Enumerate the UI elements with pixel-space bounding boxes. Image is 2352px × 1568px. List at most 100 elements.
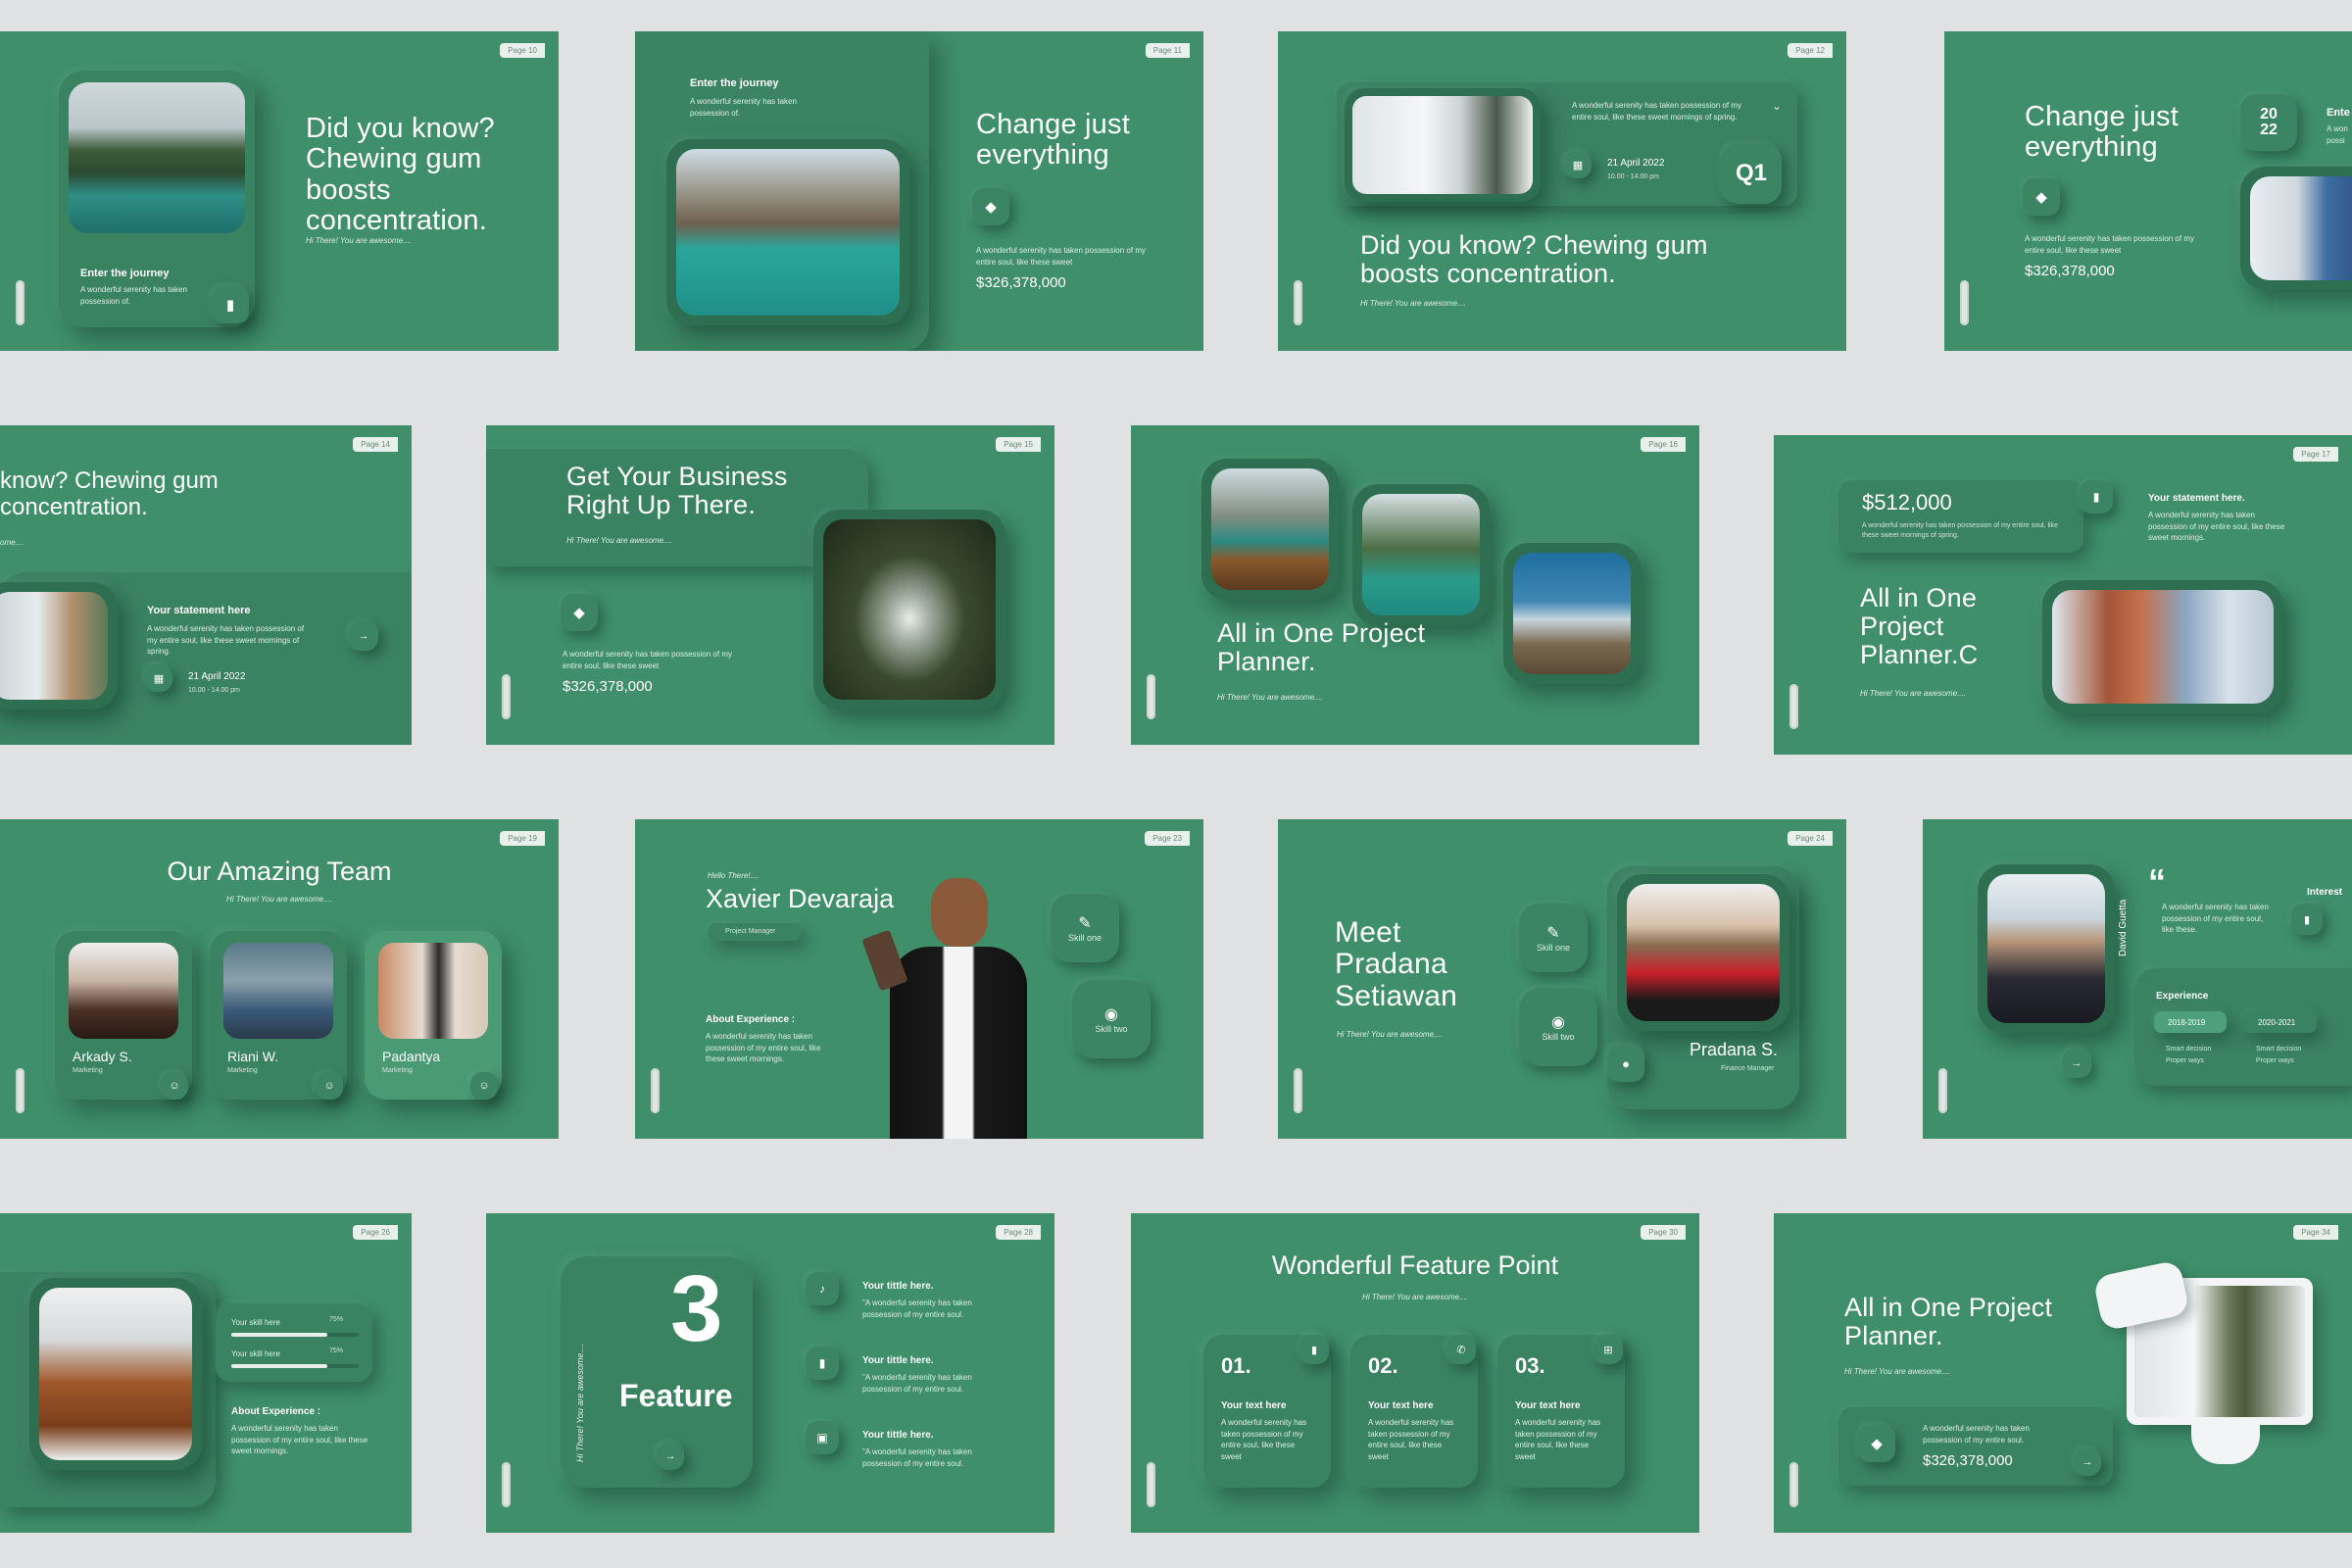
member-name: Riani W. bbox=[227, 1049, 279, 1064]
slide-page-25[interactable]: David Guetta “ A wonderful serenity has … bbox=[1923, 819, 2352, 1139]
subtitle: Hi There! You are awesome.... bbox=[1860, 689, 1966, 698]
bell-icon[interactable]: ♪ bbox=[806, 1272, 839, 1305]
date: 21 April 2022 bbox=[1607, 158, 1665, 169]
avatar bbox=[378, 943, 488, 1039]
slide-page-24[interactable]: Page 24 Meet Pradana Setiawan Hi There! … bbox=[1278, 819, 1846, 1139]
slider-handle[interactable] bbox=[1147, 1462, 1155, 1507]
slider-handle[interactable] bbox=[651, 1068, 660, 1113]
smile-icon[interactable]: ☺ bbox=[470, 1072, 498, 1100]
about-text: A wonderful serenity has taken possessio… bbox=[706, 1032, 821, 1064]
skill-one-card[interactable]: ✎ Skill one bbox=[1051, 894, 1119, 962]
slider-handle[interactable] bbox=[16, 280, 24, 325]
skill-pct-2: 75% bbox=[329, 1348, 344, 1354]
arrow-right-icon[interactable]: → bbox=[2062, 1049, 2091, 1078]
feature-number: 3 bbox=[670, 1256, 723, 1361]
profile-photo bbox=[39, 1288, 192, 1460]
quote-mark: “ bbox=[2148, 861, 2166, 902]
man-frame bbox=[2240, 167, 2352, 290]
slide-page-10[interactable]: Page 10 Enter the journey A wonderful se… bbox=[0, 31, 559, 351]
waterfall-photo bbox=[823, 519, 996, 700]
statement-text: A wonderful serenity has taken possessio… bbox=[2148, 511, 2285, 543]
office-photo bbox=[0, 592, 108, 700]
chart-icon[interactable]: ▮ bbox=[806, 1347, 839, 1380]
card-text: A wonderful serenity has taken possessio… bbox=[80, 285, 187, 306]
slide-page-11[interactable]: Page 11 Enter the journey A wonderful se… bbox=[635, 31, 1203, 351]
chart-icon[interactable]: ▮ bbox=[1299, 1335, 1329, 1364]
slider-handle[interactable] bbox=[1960, 280, 1969, 325]
slide-page-17[interactable]: Page 17 $512,000 A wonderful serenity ha… bbox=[1774, 435, 2352, 755]
tag-icon[interactable]: ◆ bbox=[561, 594, 598, 631]
slider-handle[interactable] bbox=[1789, 1462, 1798, 1507]
year-badge: 20 22 bbox=[2240, 94, 2297, 151]
card-title: Enter the journey bbox=[690, 77, 779, 89]
slide-page-19[interactable]: Page 19 Our Amazing Team Hi There! You a… bbox=[0, 819, 559, 1139]
tag-icon[interactable]: ◆ bbox=[972, 188, 1009, 225]
slide-page-23[interactable]: Page 23 Hello There!.... Xavier Devaraja… bbox=[635, 819, 1203, 1139]
skill-two-card[interactable]: ◉ Skill two bbox=[1072, 980, 1151, 1058]
tag-icon[interactable]: ◆ bbox=[1858, 1425, 1895, 1462]
feature-text-1: "A wonderful serenity has taken possessi… bbox=[862, 1298, 972, 1319]
box-icon[interactable]: ▣ bbox=[806, 1421, 839, 1454]
page-badge: Page 28 bbox=[996, 1225, 1041, 1240]
head bbox=[931, 878, 988, 947]
arrow-right-icon[interactable]: → bbox=[657, 1443, 684, 1470]
chart-icon[interactable]: ▮ bbox=[2291, 904, 2323, 935]
page-badge: Page 14 bbox=[353, 437, 398, 452]
slider-handle[interactable] bbox=[502, 674, 511, 719]
slide-page-15[interactable]: Page 15 Get Your Business Right Up There… bbox=[486, 425, 1054, 745]
boat-photo bbox=[1211, 468, 1329, 590]
slide-page-13[interactable]: Change just everything ◆ A wonderful ser… bbox=[1944, 31, 2352, 351]
slider-handle[interactable] bbox=[1294, 280, 1302, 325]
slide-page-28[interactable]: Page 28 3 Feature Hi There! You are awes… bbox=[486, 1213, 1054, 1533]
big-amount: $512,000 bbox=[1862, 490, 1952, 514]
skill-one-card[interactable]: ✎ Skill one bbox=[1519, 904, 1588, 972]
year-badge-1: 2018-2019 bbox=[2154, 1011, 2227, 1033]
skill-bar-1 bbox=[231, 1333, 359, 1337]
calendar-icon[interactable]: ▦ bbox=[145, 664, 172, 692]
slide-page-34[interactable]: Page 34 All in One Project Planner. Hi T… bbox=[1774, 1213, 2352, 1533]
feature-title-3: Your tittle here. bbox=[862, 1430, 934, 1441]
statement-title: Your statement here. bbox=[2148, 493, 2245, 504]
subtitle: Hi There! You are awesome.... bbox=[1217, 693, 1323, 702]
smile-icon[interactable]: ☺ bbox=[161, 1072, 188, 1100]
vertical-text: Hi There! You are awesome.... bbox=[575, 1343, 585, 1462]
skill-two-card[interactable]: ◉ Skill two bbox=[1519, 988, 1597, 1066]
slider-handle[interactable] bbox=[1294, 1068, 1302, 1113]
slider-handle[interactable] bbox=[16, 1068, 24, 1113]
slide-page-26[interactable]: Page 26 Your skill here 75% Your skill h… bbox=[0, 1213, 412, 1533]
point-number: 01. bbox=[1221, 1353, 1251, 1378]
smile-icon[interactable]: ☺ bbox=[316, 1072, 343, 1100]
slider-handle[interactable] bbox=[1938, 1068, 1947, 1113]
calendar-icon[interactable]: ▦ bbox=[1564, 151, 1592, 178]
slide-page-30[interactable]: Page 30 Wonderful Feature Point Hi There… bbox=[1131, 1213, 1699, 1533]
chart-icon[interactable]: ▮ bbox=[212, 286, 249, 323]
cart-icon[interactable]: ⊞ bbox=[1593, 1335, 1623, 1364]
ente-body: A won possi bbox=[2327, 124, 2348, 145]
chart-icon[interactable]: ▮ bbox=[2080, 480, 2113, 514]
phone-icon[interactable]: ✆ bbox=[1446, 1335, 1476, 1364]
user-icon[interactable]: ● bbox=[1607, 1045, 1644, 1082]
skill-bar-2-fill bbox=[231, 1364, 327, 1368]
slide-page-16[interactable]: Page 16 All in One Project Planner. Hi T… bbox=[1131, 425, 1699, 745]
point-title: Your text here bbox=[1515, 1400, 1581, 1411]
slider-handle[interactable] bbox=[502, 1462, 511, 1507]
slide-page-14[interactable]: Page 14 know? Chewing gum concentration.… bbox=[0, 425, 412, 745]
page-badge: Page 23 bbox=[1145, 831, 1190, 846]
slide-page-12[interactable]: Page 12 A wonderful serenity has taken p… bbox=[1278, 31, 1846, 351]
about-title: About Experience : bbox=[706, 1014, 796, 1025]
feature-title-1: Your tittle here. bbox=[862, 1281, 934, 1292]
about-text: A wonderful serenity has taken possessio… bbox=[231, 1424, 368, 1456]
quote-text: A wonderful serenity has taken possessio… bbox=[2162, 903, 2269, 935]
subtitle: Hi There! You are awesome.... bbox=[306, 236, 412, 245]
subtitle: Hi There! You are awesome.... bbox=[1360, 299, 1466, 308]
member-name: Arkady S. bbox=[73, 1049, 132, 1064]
tag-icon[interactable]: ◆ bbox=[2023, 178, 2060, 216]
arrow-right-icon[interactable]: → bbox=[349, 621, 378, 651]
date: 21 April 2022 bbox=[188, 671, 246, 682]
chevron-down-icon[interactable]: ⌄ bbox=[1772, 98, 1782, 115]
slider-handle[interactable] bbox=[1789, 684, 1798, 729]
amount: $326,378,000 bbox=[2025, 263, 2115, 279]
skill-label-1: Your skill here bbox=[231, 1318, 280, 1327]
slider-handle[interactable] bbox=[1147, 674, 1155, 719]
skill-label: Skill two bbox=[1095, 1024, 1128, 1034]
